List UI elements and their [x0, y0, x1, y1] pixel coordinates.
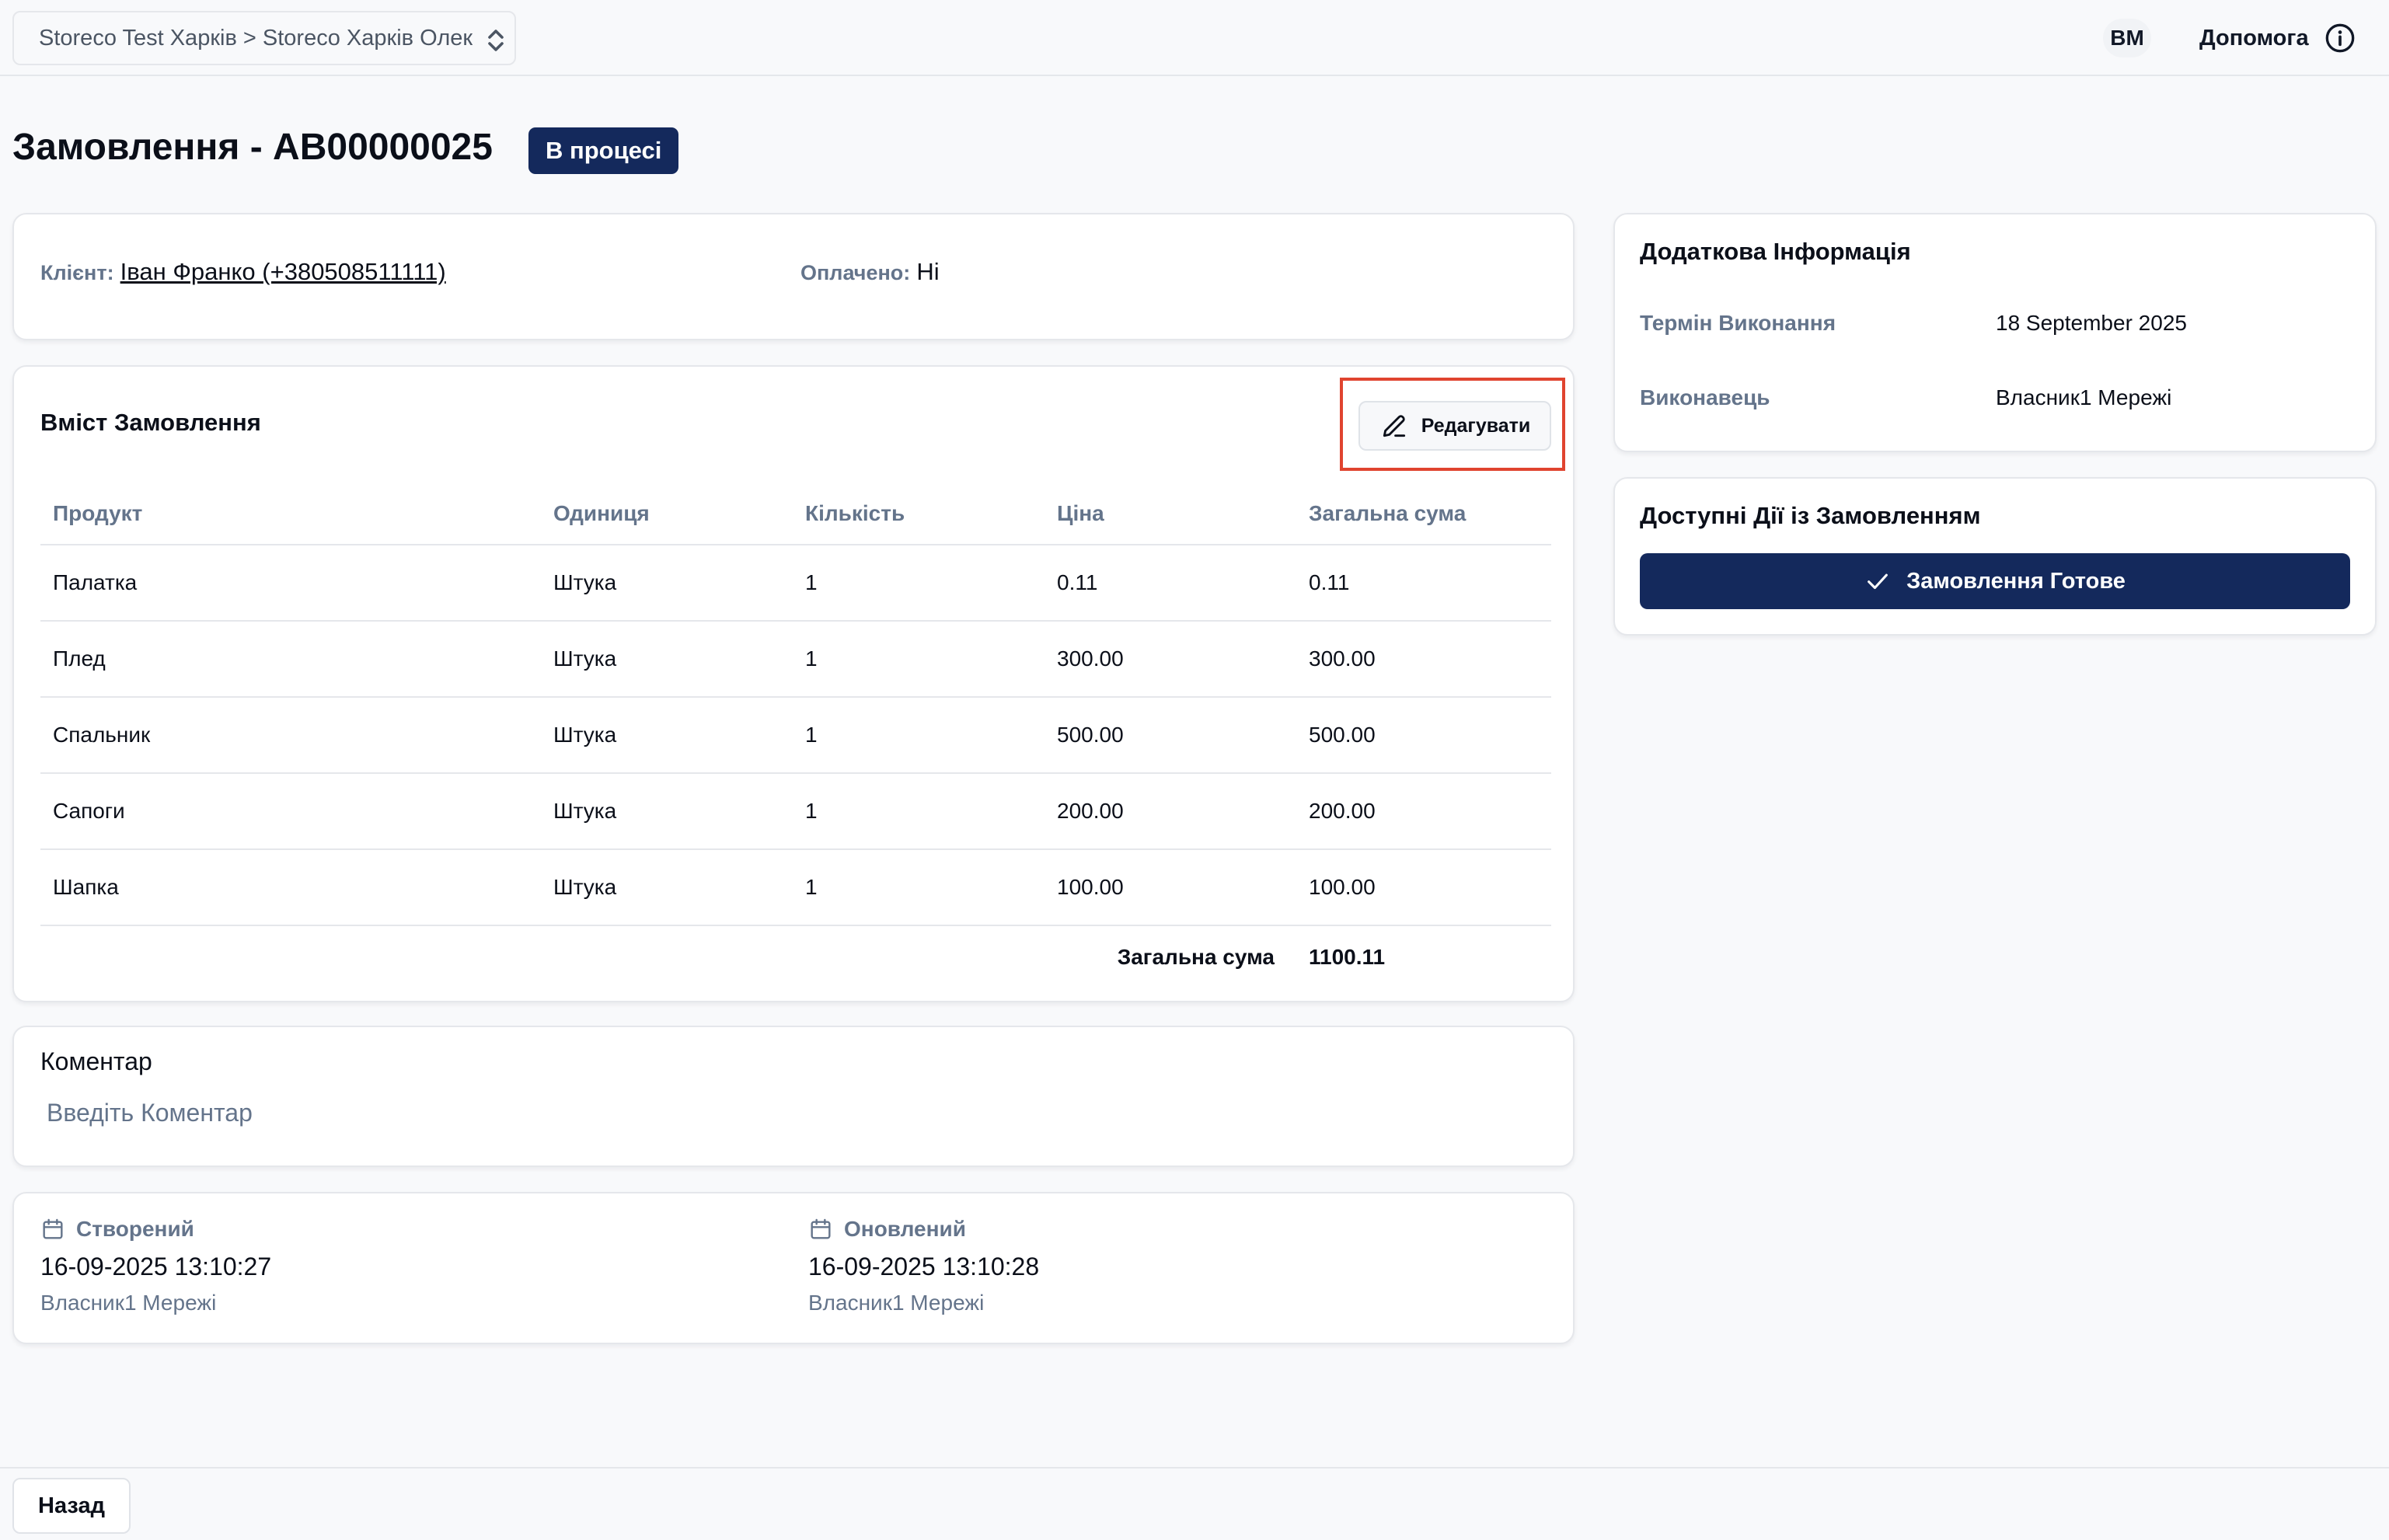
updated-info: Оновлений 16-09-2025 13:10:28 Власник1 М…	[808, 1217, 1039, 1315]
cell-price: 200.00	[1057, 799, 1124, 823]
check-icon	[1868, 573, 1888, 590]
comment-title: Коментар	[40, 1047, 152, 1075]
client-info: Клієнт: Іван Франко (+380508511111)	[40, 258, 446, 286]
created-header: Створений	[40, 1217, 271, 1242]
client-link[interactable]: Іван Франко (+380508511111)	[120, 258, 446, 285]
cell-total: 200.00	[1309, 799, 1376, 823]
cell-price: 100.00	[1057, 875, 1124, 899]
edit-button[interactable]: Редагувати	[1358, 401, 1551, 451]
cell-product: Шапка	[53, 875, 119, 899]
edit-button-label: Редагувати	[1421, 414, 1531, 437]
paid-label: Оплачено:	[800, 261, 911, 284]
cell-price: 0.11	[1057, 570, 1098, 594]
updated-header: Оновлений	[808, 1217, 1039, 1242]
order-table: Продукт Одиниця Кількість Ціна Загальна …	[40, 483, 1551, 988]
cell-unit: Штука	[553, 723, 617, 747]
comment-input[interactable]	[40, 1083, 1551, 1142]
cell-total: 300.00	[1309, 646, 1376, 671]
cell-product: Плед	[53, 646, 106, 671]
order-content-title: Вміст Замовлення	[40, 409, 261, 436]
executor-value: Власник1 Мережі	[1996, 385, 2172, 409]
column-header: Кількість	[805, 501, 905, 525]
cell-quantity: 1	[805, 723, 818, 747]
client-label: Клієнт:	[40, 261, 114, 284]
additional-info-card: Додаткова Інформація Термін Виконання 18…	[1613, 213, 2377, 452]
total-value: 1100.11	[1309, 945, 1386, 969]
created-label: Створений	[76, 1217, 194, 1241]
paid-info: Оплачено: Ні	[800, 258, 940, 286]
avatar[interactable]: ВМ	[2103, 19, 2151, 57]
calendar-icon	[811, 1218, 831, 1239]
help-label: Допомога	[2199, 25, 2309, 51]
status-badge: В процесі	[528, 127, 679, 174]
updated-label: Оновлений	[844, 1217, 966, 1241]
meta-card: Створений 16-09-2025 13:10:27 Власник1 М…	[12, 1192, 1575, 1344]
cell-total: 500.00	[1309, 723, 1376, 747]
store-selector-label: Storeco Test Харків > Storeco Харків Оле…	[39, 25, 473, 51]
table-row: Спальник Штука 1 500.00 500.00	[40, 698, 1551, 774]
cell-unit: Штука	[553, 570, 617, 594]
updated-by: Власник1 Мережі	[808, 1291, 985, 1315]
table-header: Продукт Одиниця Кількість Ціна Загальна …	[40, 483, 1551, 545]
created-by: Власник1 Мережі	[40, 1291, 217, 1315]
order-content-card: Вміст Замовлення Редагувати Продукт Один…	[12, 365, 1575, 1002]
table-row: Палатка Штука 1 0.11 0.11	[40, 545, 1551, 622]
table-row: Сапоги Штука 1 200.00 200.00	[40, 774, 1551, 850]
deadline-row: Термін Виконання 18 September 2025	[1640, 311, 2187, 336]
comment-card: Коментар	[12, 1026, 1575, 1167]
info-icon	[2325, 23, 2354, 53]
cell-unit: Штука	[553, 799, 617, 823]
cell-product: Спальник	[53, 723, 151, 747]
deadline-label: Термін Виконання	[1640, 311, 1836, 335]
store-selector[interactable]: Storeco Test Харків > Storeco Харків Оле…	[12, 11, 516, 65]
created-date: 16-09-2025 13:10:27	[40, 1253, 272, 1280]
paid-value: Ні	[916, 258, 940, 285]
pencil-icon	[1383, 415, 1405, 437]
table-row: Плед Штука 1 300.00 300.00	[40, 622, 1551, 698]
column-header: Одиниця	[553, 501, 650, 525]
table-row: Шапка Штука 1 100.00 100.00	[40, 850, 1551, 926]
cell-unit: Штука	[553, 646, 617, 671]
order-ready-label: Замовлення Готове	[1906, 568, 2126, 594]
actions-card: Доступні Дії із Замовленням Замовлення Г…	[1613, 477, 2377, 636]
updated-date: 16-09-2025 13:10:28	[808, 1253, 1040, 1280]
help-button[interactable]: Допомога	[2199, 20, 2356, 56]
column-header: Загальна сума	[1309, 501, 1467, 525]
calendar-icon	[43, 1218, 63, 1239]
avatar-initials: ВМ	[2110, 26, 2144, 50]
executor-label: Виконавець	[1640, 385, 1770, 409]
footer-bar: Назад	[0, 1467, 2389, 1540]
cell-quantity: 1	[805, 799, 818, 823]
actions-title: Доступні Дії із Замовленням	[1640, 502, 1981, 529]
cell-product: Палатка	[53, 570, 138, 594]
cell-price: 500.00	[1057, 723, 1124, 747]
order-ready-button[interactable]: Замовлення Готове	[1640, 553, 2350, 609]
back-button[interactable]: Назад	[12, 1478, 131, 1534]
column-header: Продукт	[53, 501, 143, 525]
back-button-label: Назад	[38, 1493, 105, 1518]
total-label: Загальна сума	[1117, 945, 1275, 969]
client-card: Клієнт: Іван Франко (+380508511111) Опла…	[12, 213, 1575, 340]
additional-info-title: Додаткова Інформація	[1640, 238, 1911, 265]
created-info: Створений 16-09-2025 13:10:27 Власник1 М…	[40, 1217, 271, 1315]
page-title: Замовлення - AB00000025	[12, 127, 493, 168]
top-bar: Storeco Test Харків > Storeco Харків Оле…	[0, 0, 2389, 76]
cell-quantity: 1	[805, 875, 818, 899]
cell-total: 0.11	[1309, 570, 1350, 594]
column-header: Ціна	[1057, 501, 1104, 525]
table-total-row: Загальна сума 1100.11	[40, 926, 1551, 988]
executor-row: Виконавець Власник1 Мережі	[1640, 385, 2171, 410]
cell-quantity: 1	[805, 646, 818, 671]
cell-total: 100.00	[1309, 875, 1376, 899]
cell-unit: Штука	[553, 875, 617, 899]
deadline-value: 18 September 2025	[1996, 311, 2187, 335]
cell-quantity: 1	[805, 570, 818, 594]
chevron-up-down-icon	[488, 30, 504, 51]
cell-price: 300.00	[1057, 646, 1124, 671]
cell-product: Сапоги	[53, 799, 125, 823]
